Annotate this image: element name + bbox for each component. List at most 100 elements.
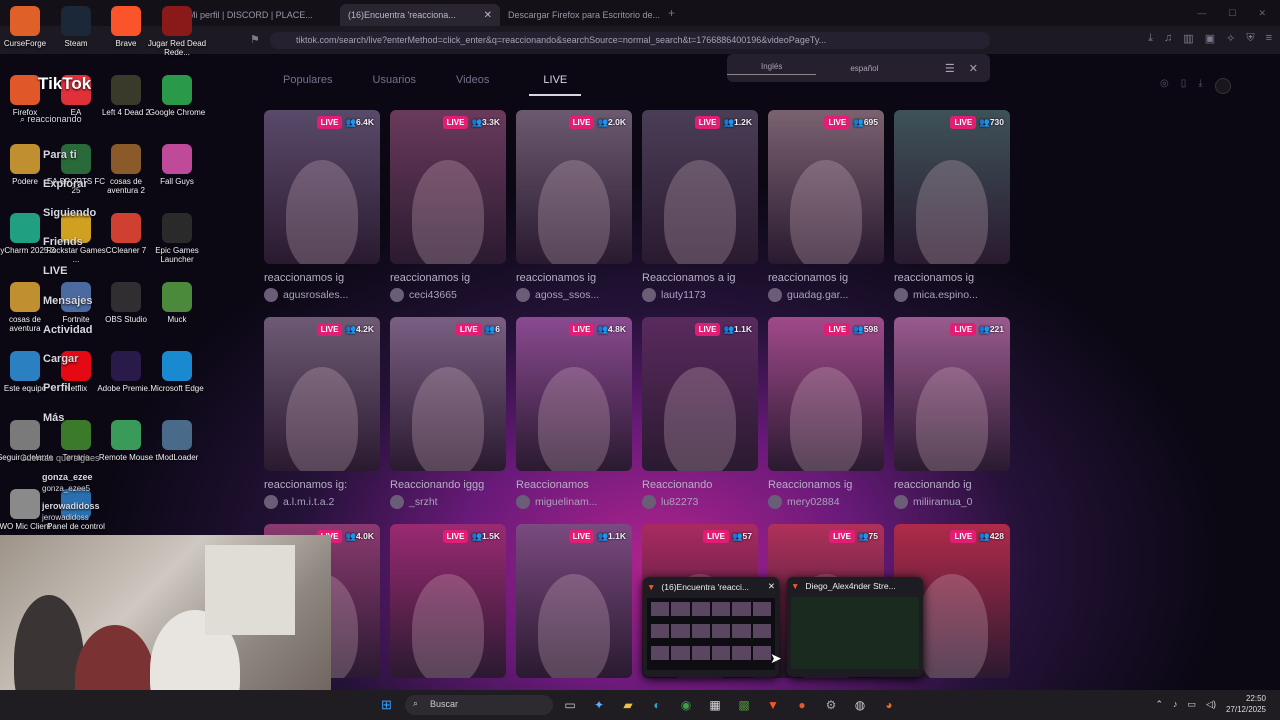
live-title[interactable]: Reaccionando [642,479,758,491]
live-user[interactable]: a.l.m.i.t.a.2 [264,495,380,509]
tiktok-logo[interactable]: TikTok [38,74,91,94]
live-card[interactable]: LIVE 👥4.2K reaccionamos ig: a.l.m.i.t.a.2 [264,317,380,524]
download-icon[interactable]: ⤓ [1198,78,1202,94]
start-icon[interactable]: ⊞ [381,697,392,713]
live-card[interactable]: LIVE 👥2.0K reaccionamos ig agoss_ssos... [516,110,632,317]
live-user[interactable]: miliiramua_0 [894,495,1010,509]
lang-ingles[interactable]: Inglés [727,62,817,75]
nav-cargar[interactable]: Cargar [43,353,78,365]
live-thumbnail[interactable]: LIVE 👥3.3K [390,110,506,264]
close-icon[interactable]: ✕ [484,10,492,21]
search-input[interactable]: ⌕ reaccionando [20,114,82,125]
live-title[interactable]: Reaccionamos [516,479,632,491]
mic-icon[interactable]: ● [792,695,812,715]
nav-siguiendo[interactable]: Siguiendo [43,207,96,219]
lang-espanol[interactable]: español [816,64,912,73]
desktop-icon[interactable]: Fall Guys [145,144,209,186]
tab-populares[interactable]: Populares [283,74,333,96]
live-thumbnail[interactable]: LIVE 👥1.5K [390,524,506,678]
live-card[interactable]: LIVE 👥598 Reaccionamos ig mery02884 [768,317,884,524]
music-icon[interactable]: ♫ [1164,32,1172,45]
firefox-icon[interactable]: ◕ [879,695,899,715]
live-title[interactable]: Reaccionamos ig [768,479,884,491]
live-user[interactable]: lu82273 [642,495,758,509]
nav-friends[interactable]: Friends [43,236,83,248]
nav-live[interactable]: LIVE [43,265,67,277]
live-thumbnail[interactable]: LIVE 👥1.2K [642,110,758,264]
live-thumbnail[interactable]: LIVE 👥4.2K [264,317,380,471]
avatar[interactable] [1214,78,1231,94]
live-card[interactable]: LIVE 👥4.8K Reaccionamos miguelinam... [516,317,632,524]
live-thumbnail[interactable]: LIVE 👥598 [768,317,884,471]
brave-icon[interactable]: ▼ [763,695,783,715]
live-title[interactable]: Reaccionando iggg [390,479,506,491]
chevron-up-icon[interactable]: ⌃ [1155,699,1163,710]
live-user[interactable]: lauty1173 [642,288,758,302]
live-user[interactable]: miguelinam... [516,495,632,509]
nav-perfil[interactable]: Perfil [43,382,71,394]
live-card[interactable]: LIVE 👥695 reaccionamos ig guadag.gar... [768,110,884,317]
desktop-icon[interactable]: tModLoader [145,420,209,462]
obs-icon[interactable]: ◍ [850,695,870,715]
live-thumbnail[interactable]: LIVE 👥695 [768,110,884,264]
taskbar-preview[interactable]: ▼ (16)Encuentra 'reacci... ✕ [643,577,779,677]
menu-icon[interactable]: ≡ [1266,32,1272,45]
live-title[interactable]: reaccionando ig [894,479,1010,491]
nav-mas[interactable]: Más [43,412,64,424]
live-thumbnail[interactable]: LIVE 👥6.4K [264,110,380,264]
nav-mensajes[interactable]: Mensajes [43,295,93,307]
live-user[interactable]: ceci43665 [390,288,506,302]
extensions-icon[interactable]: ✧ [1226,32,1235,45]
live-title[interactable]: reaccionamos ig [390,272,506,284]
new-tab-icon[interactable]: + [660,6,683,26]
edge-icon[interactable]: ◐ [647,695,667,715]
browser-tab-active[interactable]: (16)Encuentra 'reacciona... ✕ [340,4,500,26]
coins-icon[interactable]: ◎ [1160,78,1169,94]
downloads-icon[interactable]: ⤓ [1148,32,1153,45]
tab-videos[interactable]: Videos [456,74,489,96]
close-icon[interactable]: ✕ [768,581,775,592]
folder-icon[interactable]: ▰ [618,695,638,715]
live-card[interactable]: LIVE 👥3.3K reaccionamos ig ceci43665 [390,110,506,317]
url-field[interactable]: tiktok.com/search/live?enterMethod=click… [270,32,990,49]
live-card[interactable]: LIVE 👥1.1K Reaccionando lu82273 [642,317,758,524]
live-thumbnail[interactable]: LIVE 👥6 [390,317,506,471]
taskbar-preview[interactable]: ▼ Diego_Alex4nder Stre... [787,577,923,677]
live-user[interactable]: mery02884 [768,495,884,509]
live-user[interactable]: agusrosales... [264,288,380,302]
live-title[interactable]: Reaccionamos a ig [642,272,758,284]
following-name[interactable]: gonza_ezee [42,472,93,482]
desktop-icon[interactable]: Microsoft Edge [145,351,209,393]
shield-icon[interactable]: ⛨ [1246,32,1254,45]
live-card[interactable]: LIVE 👥221 reaccionando ig miliiramua_0 [894,317,1010,524]
network-icon[interactable]: ▭ [1188,699,1197,710]
nav-actividad[interactable]: Actividad [43,324,93,336]
live-card[interactable]: LIVE 👥730 reaccionamos ig mica.espino... [894,110,1010,317]
live-card[interactable]: LIVE 👥1.2K Reaccionamos a ig lauty1173 [642,110,758,317]
following-name[interactable]: jerowadidoss [42,501,100,511]
tab-live[interactable]: LIVE [529,74,582,96]
live-title[interactable]: reaccionamos ig [264,272,380,284]
mic-icon[interactable]: ♪ [1173,699,1178,709]
sidebar-icon[interactable]: ▥ [1183,32,1193,45]
browser-tab[interactable]: Descargar Firefox para Escritorio de...✕ [500,4,660,26]
maximize-icon[interactable]: ☐ [1228,8,1236,19]
live-user[interactable]: _srzht [390,495,506,509]
desktop-icon[interactable]: Jugar Red Dead Rede... [145,6,209,57]
live-title[interactable]: reaccionamos ig: [264,479,380,491]
menu-icon[interactable]: ☰ [945,62,955,75]
live-card[interactable]: LIVE 👥6 Reaccionando iggg _srzht [390,317,506,524]
desktop-icon[interactable]: Google Chrome [145,75,209,117]
store-icon[interactable]: ▦ [705,695,725,715]
desktop-icon[interactable]: Muck [145,282,209,324]
live-user[interactable]: guadag.gar... [768,288,884,302]
tab-usuarios[interactable]: Usuarios [373,74,416,96]
minecraft-icon[interactable]: ▩ [734,695,754,715]
minimize-icon[interactable]: — [1197,8,1206,19]
close-icon[interactable]: ✕ [969,62,978,75]
live-thumbnail[interactable]: LIVE 👥1.1K [516,524,632,678]
bookmark-icon[interactable]: ⚑ [250,33,260,46]
close-window-icon[interactable]: ✕ [1258,8,1266,19]
live-user[interactable]: agoss_ssos... [516,288,632,302]
wallet-icon[interactable]: ▣ [1205,32,1215,45]
